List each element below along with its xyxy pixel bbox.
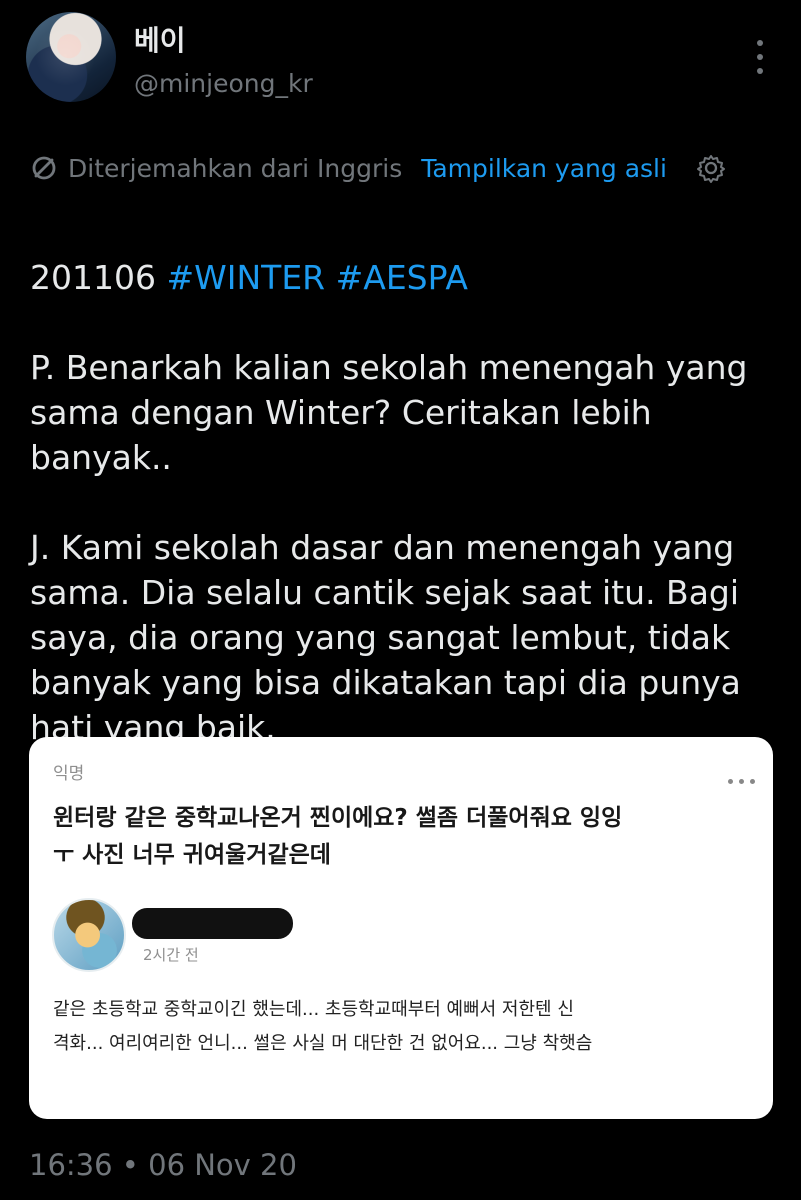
translation-note: Diterjemahkan dari Inggris [68, 153, 403, 183]
redacted-username [132, 908, 293, 939]
display-name[interactable]: 베이 [134, 19, 186, 59]
hashtag-winter[interactable]: #WINTER [166, 258, 325, 297]
tweet-text: 201106 #WINTER #AESPA P. Benarkah kalian… [30, 210, 780, 750]
translate-slash-icon [32, 156, 56, 180]
tweet-question: P. Benarkah kalian sekolah menengah yang… [30, 348, 748, 477]
anonymous-label: 익명 [53, 764, 85, 784]
tweet-date: 201106 [30, 258, 167, 297]
gear-icon[interactable] [695, 152, 727, 184]
attached-screenshot-card[interactable]: 익명 윈터랑 같은 중학교나온거 찐이에요? 썰좀 더풀어줘요 잉잉 ㅜ 사진 … [29, 737, 773, 1119]
hashtag-aespa[interactable]: #AESPA [336, 258, 468, 297]
comment-line-1: 같은 초등학교 중학교이긴 했는데... 초등학교때부터 예뻐서 저한텐 신 [53, 999, 574, 1020]
tweet-timestamp[interactable]: 16:36 • 06 Nov 20 [29, 1148, 297, 1182]
show-original-link[interactable]: Tampilkan yang asli [421, 154, 667, 183]
commenter-avatar [52, 898, 126, 972]
card-post-title: 윈터랑 같은 중학교나온거 찐이에요? 썰좀 더풀어줘요 잉잉 ㅜ 사진 너무 … [53, 800, 753, 874]
user-handle[interactable]: @minjeong_kr [134, 69, 313, 98]
card-title-line-2: ㅜ 사진 너무 귀여울거같은데 [53, 842, 331, 868]
comment-line-2: 격화... 여리여리한 언니... 썰은 사실 머 대단한 건 없어요... 그… [53, 1033, 593, 1054]
profile-avatar[interactable] [26, 12, 116, 102]
comment-time: 2시간 전 [143, 946, 199, 964]
card-title-line-1: 윈터랑 같은 중학교나온거 찐이에요? 썰좀 더풀어줘요 잉잉 [53, 805, 623, 831]
tweet-hashtag-line: 201106 #WINTER #AESPA [30, 210, 780, 300]
tweet-header: 베이 @minjeong_kr [26, 12, 776, 104]
card-comment-text: 같은 초등학교 중학교이긴 했는데... 초등학교때부터 예뻐서 저한텐 신 격… [53, 993, 733, 1061]
translation-bar: Diterjemahkan dari Inggris Tampilkan yan… [30, 145, 770, 191]
more-options-icon[interactable] [751, 40, 769, 74]
tweet-answer: J. Kami sekolah dasar dan menengah yang … [30, 528, 741, 747]
card-more-icon[interactable] [728, 779, 755, 785]
